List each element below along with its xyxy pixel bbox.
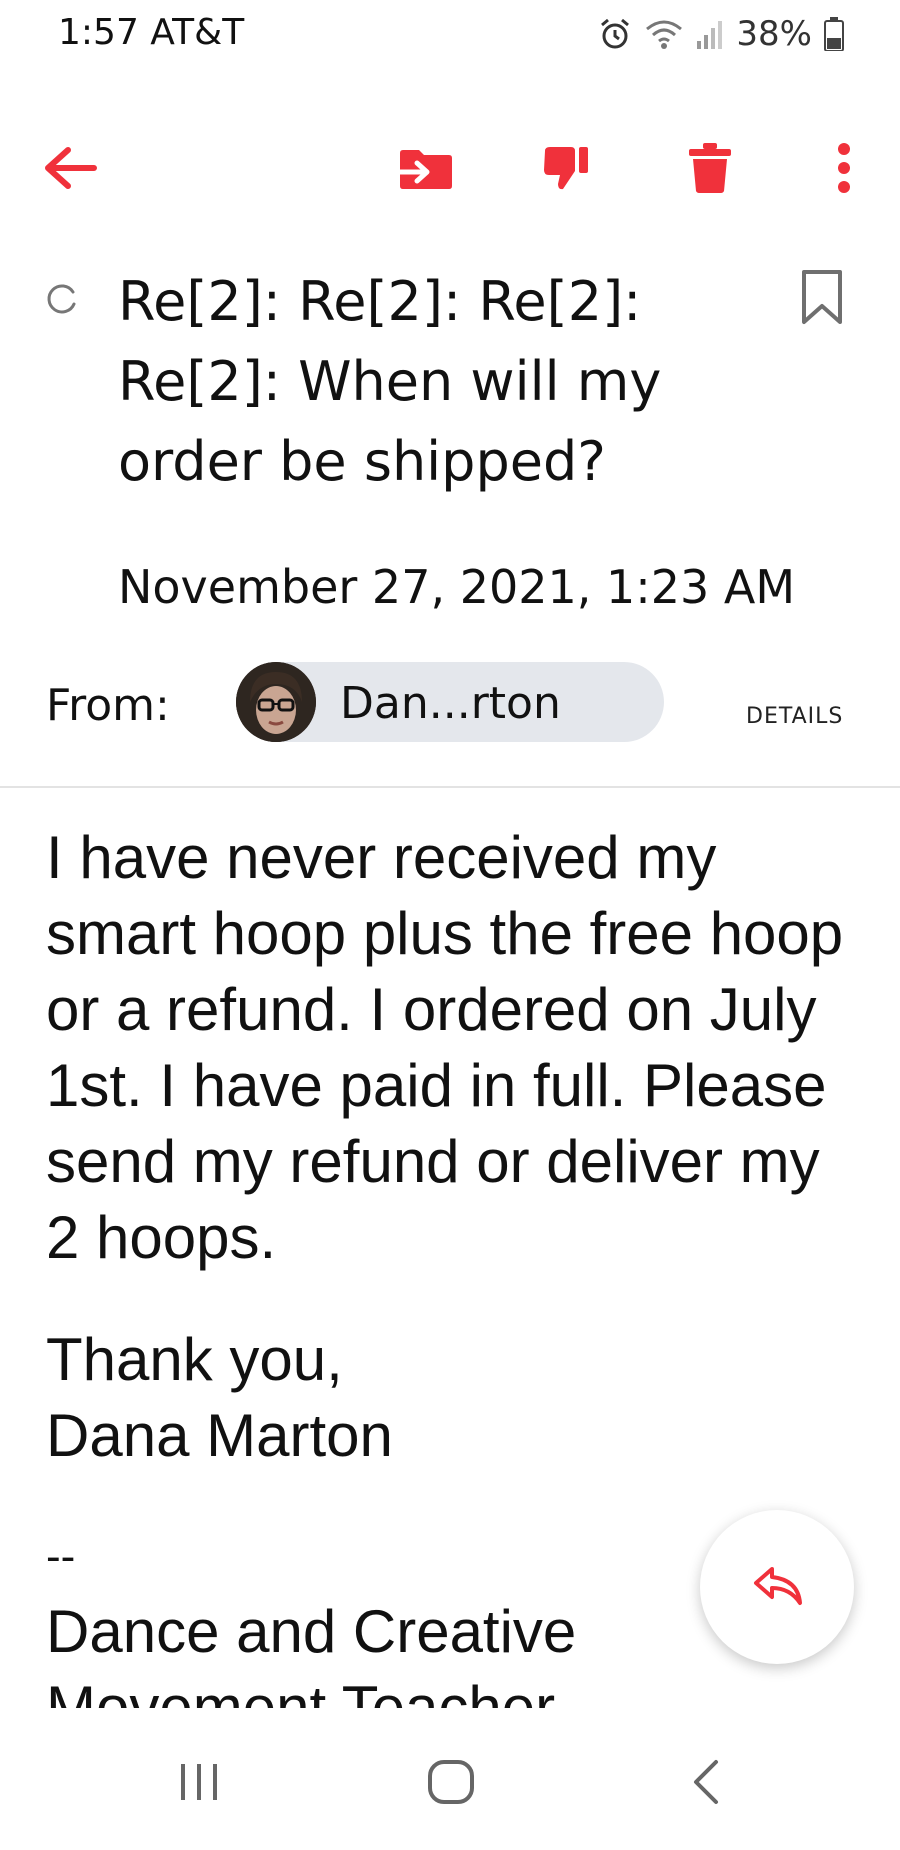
battery-percent: 38% (736, 14, 812, 54)
home-button[interactable] (406, 1744, 496, 1824)
email-subject: Re[2]: Re[2]: Re[2]: Re[2]: When will my… (118, 270, 662, 493)
signature: Dance and Creative Movement Teacher (46, 1594, 576, 1708)
avatar (236, 662, 316, 742)
more-options-icon (836, 143, 852, 197)
alarm-icon (598, 17, 632, 51)
delete-trash-icon (688, 142, 732, 198)
sender-chip[interactable]: Dan...rton (236, 662, 664, 742)
signoff-name: Dana Marton (46, 1402, 393, 1469)
wifi-icon (644, 18, 684, 50)
status-carrier: AT&T (150, 12, 245, 53)
move-to-folder-icon (396, 144, 455, 196)
email-date: November 27, 2021, 1:23 AM (118, 560, 796, 614)
back-arrow-icon (42, 145, 98, 195)
spam-thumbs-down-icon (541, 143, 591, 197)
loading-spinner-icon (44, 282, 78, 320)
spam-button[interactable] (526, 130, 606, 210)
delete-button[interactable] (670, 130, 750, 210)
status-bar: 1:57 AT&T 38% (0, 0, 900, 72)
reply-button[interactable] (700, 1510, 854, 1664)
recent-apps-icon (177, 1762, 221, 1806)
screen-content: 1:57 AT&T 38% Re[2]: Re[2]: Re[2]: Re[2]… (0, 0, 900, 1708)
body-signoff: Thank you, Dana Marton (46, 1322, 393, 1474)
move-button[interactable] (386, 130, 466, 210)
recent-apps-button[interactable] (154, 1744, 244, 1824)
more-options-button[interactable] (804, 130, 884, 210)
signoff-line: Thank you, (46, 1326, 343, 1393)
system-nav-bar (0, 1708, 900, 1850)
bookmark-icon[interactable] (800, 268, 844, 330)
body-paragraph: I have never received my smart hoop plus… (46, 824, 844, 1271)
signature-line: Movement Teacher (46, 1674, 556, 1708)
from-label: From: (46, 680, 170, 731)
back-nav-button[interactable] (660, 1744, 750, 1824)
sender-name: Dan...rton (340, 678, 561, 729)
email-toolbar (0, 130, 900, 210)
battery-icon (824, 17, 844, 51)
home-icon (427, 1759, 475, 1809)
status-time: 1:57 (58, 12, 139, 53)
reply-all-icon (750, 1563, 804, 1611)
signature-line: Dance and Creative (46, 1598, 577, 1665)
details-link[interactable]: DETAILS (746, 704, 843, 729)
header-divider (0, 786, 900, 788)
signal-icon (696, 19, 724, 49)
back-nav-icon (690, 1759, 720, 1809)
from-row: From: Dan...rton DETAILS (0, 662, 900, 746)
signature-separator: -- (46, 1532, 76, 1581)
status-time-carrier: 1:57 AT&T (58, 12, 244, 53)
back-button[interactable] (30, 130, 110, 210)
email-body: I have never received my smart hoop plus… (46, 820, 846, 1276)
status-icons: 38% (598, 12, 844, 56)
